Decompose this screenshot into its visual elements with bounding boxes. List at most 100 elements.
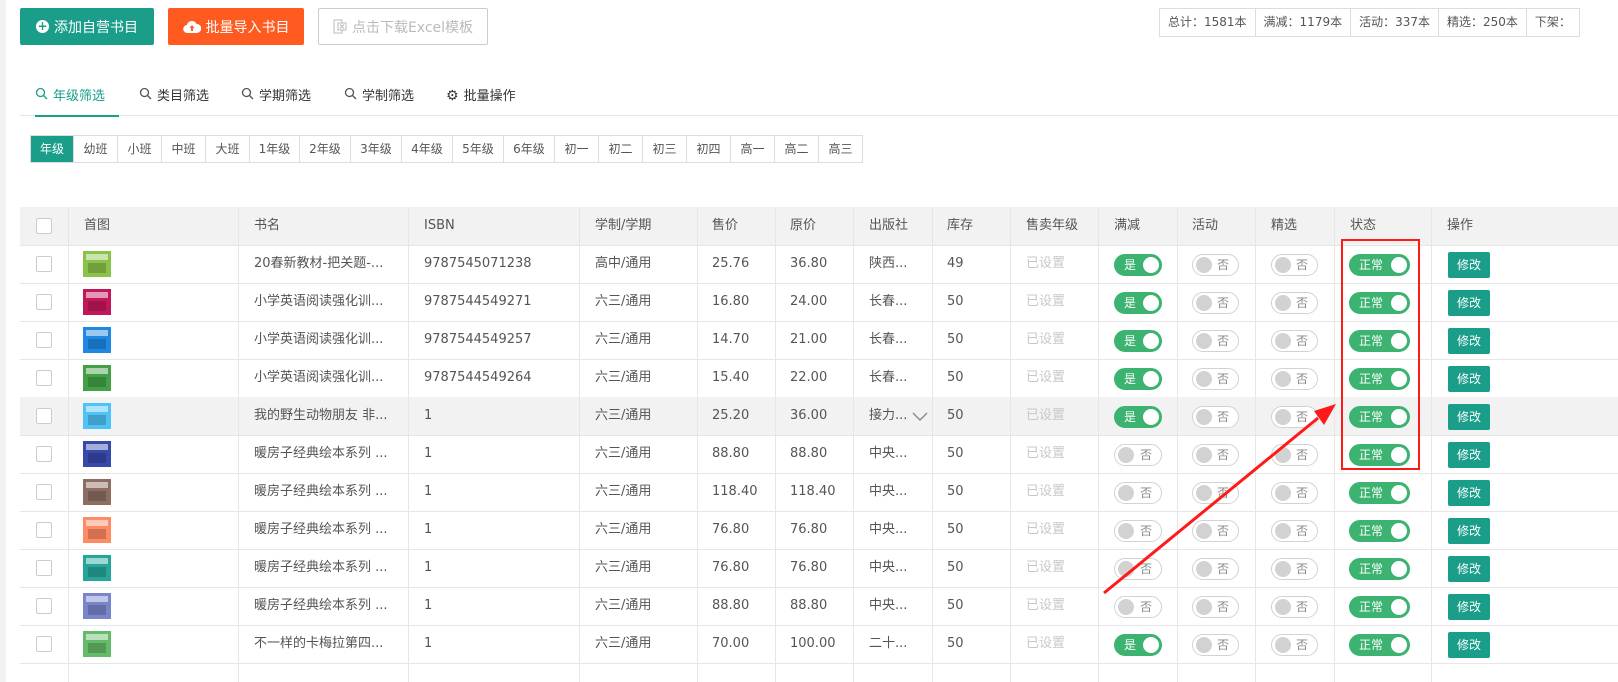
activity-toggle[interactable]: 否: [1192, 596, 1239, 618]
tab-grade-filter[interactable]: 年级筛选: [35, 78, 120, 117]
grade-option[interactable]: 2年级: [299, 136, 350, 162]
edit-button[interactable]: 修改: [1448, 252, 1490, 278]
status-toggle[interactable]: 正常: [1349, 558, 1410, 580]
grade-option[interactable]: 中班: [161, 136, 205, 162]
activity-toggle[interactable]: 否: [1192, 444, 1239, 466]
grade-option[interactable]: 6年级: [503, 136, 554, 162]
chevron-down-icon[interactable]: [908, 404, 932, 428]
activity-toggle-label: 否: [1216, 638, 1229, 652]
row-checkbox[interactable]: [36, 560, 52, 576]
grade-option[interactable]: 初一: [554, 136, 598, 162]
grade-option[interactable]: 高二: [774, 136, 818, 162]
activity-toggle[interactable]: 否: [1192, 330, 1239, 352]
tab-system-filter[interactable]: 学制筛选: [344, 78, 414, 115]
row-checkbox[interactable]: [36, 446, 52, 462]
grade-option-all[interactable]: 年级: [31, 136, 73, 162]
edit-button[interactable]: 修改: [1448, 442, 1490, 468]
featured-toggle[interactable]: 否: [1271, 406, 1318, 428]
activity-toggle[interactable]: 否: [1192, 368, 1239, 390]
edit-button[interactable]: 修改: [1448, 632, 1490, 658]
manjian-toggle[interactable]: 是: [1114, 292, 1162, 314]
activity-toggle[interactable]: 否: [1192, 292, 1239, 314]
row-checkbox[interactable]: [36, 408, 52, 424]
grade-option[interactable]: 高三: [818, 136, 862, 162]
grade-option[interactable]: 幼班: [73, 136, 117, 162]
featured-toggle-label: 否: [1295, 486, 1308, 500]
grade-option[interactable]: 初二: [598, 136, 642, 162]
tab-category-filter[interactable]: 类目筛选: [139, 78, 209, 115]
grade-option[interactable]: 4年级: [401, 136, 452, 162]
status-toggle[interactable]: 正常: [1349, 520, 1410, 542]
activity-toggle-label: 否: [1216, 524, 1229, 538]
stock: 50: [947, 446, 964, 461]
status-toggle[interactable]: 正常: [1349, 596, 1410, 618]
edit-button[interactable]: 修改: [1448, 556, 1490, 582]
batch-import-button[interactable]: 批量导入书目: [168, 8, 304, 45]
grade-option[interactable]: 5年级: [452, 136, 503, 162]
manjian-toggle[interactable]: 否: [1114, 558, 1162, 580]
manjian-toggle-knob: [1143, 371, 1159, 387]
grade-option[interactable]: 初四: [686, 136, 730, 162]
featured-toggle-knob: [1275, 333, 1291, 349]
manjian-toggle[interactable]: 是: [1114, 406, 1162, 428]
featured-toggle[interactable]: 否: [1271, 482, 1318, 504]
activity-toggle[interactable]: 否: [1192, 520, 1239, 542]
tab-batch-operations[interactable]: ⚙ 批量操作: [446, 78, 516, 115]
manjian-toggle[interactable]: 是: [1114, 330, 1162, 352]
status-toggle[interactable]: 正常: [1349, 482, 1410, 504]
term: 六三/通用: [595, 370, 652, 385]
select-all-checkbox[interactable]: [36, 218, 52, 234]
edit-button[interactable]: 修改: [1448, 328, 1490, 354]
row-checkbox[interactable]: [36, 294, 52, 310]
featured-toggle[interactable]: 否: [1271, 254, 1318, 276]
tab-term-filter[interactable]: 学期筛选: [241, 78, 311, 115]
grade-option[interactable]: 大班: [205, 136, 249, 162]
row-checkbox[interactable]: [36, 332, 52, 348]
grade-option[interactable]: 3年级: [350, 136, 401, 162]
manjian-toggle[interactable]: 是: [1114, 634, 1162, 656]
featured-toggle[interactable]: 否: [1271, 558, 1318, 580]
edit-button[interactable]: 修改: [1448, 518, 1490, 544]
edit-button[interactable]: 修改: [1448, 480, 1490, 506]
featured-toggle[interactable]: 否: [1271, 444, 1318, 466]
download-template-button[interactable]: 点击下载Excel模板: [318, 8, 488, 45]
activity-toggle[interactable]: 否: [1192, 634, 1239, 656]
row-checkbox[interactable]: [36, 370, 52, 386]
activity-toggle[interactable]: 否: [1192, 482, 1239, 504]
manjian-toggle[interactable]: 否: [1114, 520, 1162, 542]
row-checkbox[interactable]: [36, 522, 52, 538]
column-divider: [1334, 207, 1335, 682]
activity-toggle[interactable]: 否: [1192, 254, 1239, 276]
manjian-toggle[interactable]: 否: [1114, 444, 1162, 466]
featured-toggle[interactable]: 否: [1271, 330, 1318, 352]
add-book-button[interactable]: + 添加自营书目: [20, 8, 154, 45]
row-checkbox[interactable]: [36, 484, 52, 500]
grade-option[interactable]: 1年级: [249, 136, 299, 162]
status-toggle[interactable]: 正常: [1349, 634, 1410, 656]
row-checkbox[interactable]: [36, 636, 52, 652]
grade-option[interactable]: 初三: [642, 136, 686, 162]
manjian-toggle[interactable]: 否: [1114, 482, 1162, 504]
featured-toggle[interactable]: 否: [1271, 634, 1318, 656]
edit-button[interactable]: 修改: [1448, 366, 1490, 392]
edit-button[interactable]: 修改: [1448, 594, 1490, 620]
row-checkbox[interactable]: [36, 256, 52, 272]
manjian-toggle[interactable]: 是: [1114, 368, 1162, 390]
edit-button[interactable]: 修改: [1448, 404, 1490, 430]
manjian-toggle[interactable]: 否: [1114, 596, 1162, 618]
featured-toggle[interactable]: 否: [1271, 292, 1318, 314]
activity-toggle[interactable]: 否: [1192, 558, 1239, 580]
book-cover-image: [83, 479, 111, 505]
activity-toggle[interactable]: 否: [1192, 406, 1239, 428]
row-checkbox[interactable]: [36, 598, 52, 614]
term: 六三/通用: [595, 598, 652, 613]
edit-button[interactable]: 修改: [1448, 290, 1490, 316]
manjian-toggle[interactable]: 是: [1114, 254, 1162, 276]
featured-toggle[interactable]: 否: [1271, 520, 1318, 542]
status-toggle-knob: [1391, 485, 1407, 501]
featured-toggle[interactable]: 否: [1271, 596, 1318, 618]
grade-option[interactable]: 小班: [117, 136, 161, 162]
featured-toggle[interactable]: 否: [1271, 368, 1318, 390]
featured-toggle-knob: [1275, 637, 1291, 653]
grade-option[interactable]: 高一: [730, 136, 774, 162]
